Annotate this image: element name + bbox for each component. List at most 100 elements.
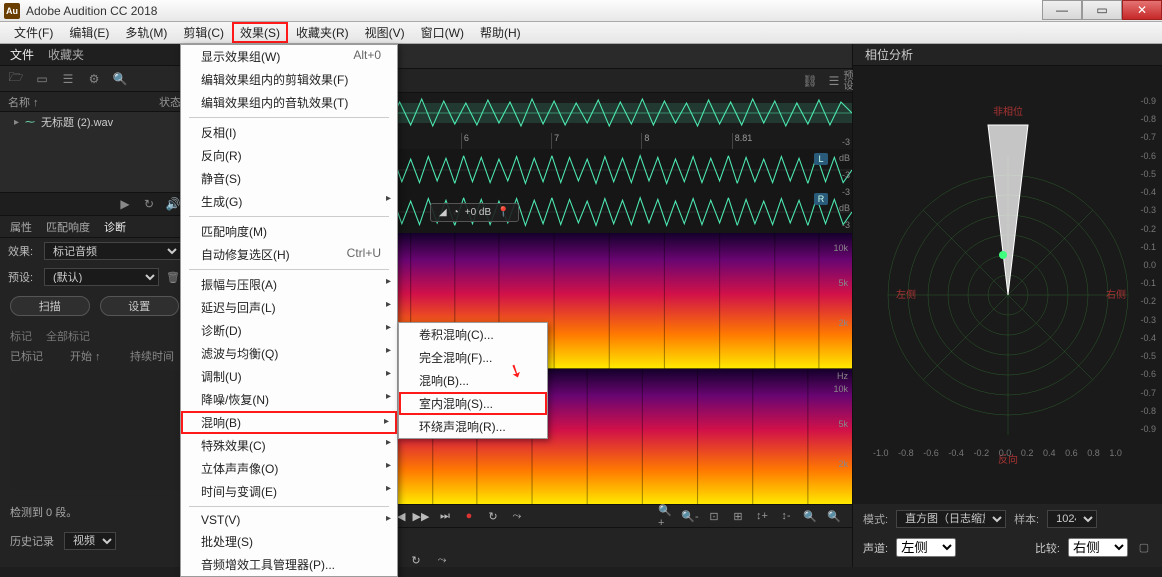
waveform-icon: ⁓ — [25, 117, 35, 128]
zoom-out2-icon[interactable]: 🔍 — [826, 508, 842, 524]
settings-square-icon[interactable]: ▢ — [1136, 540, 1152, 556]
list-item[interactable]: ▸ ⁓ 无标题 (2).wav — [0, 112, 189, 132]
zoom-full-icon[interactable]: ⊡ — [706, 508, 722, 524]
scan-button[interactable]: 扫描 — [10, 296, 90, 316]
menu-multitrack[interactable]: 多轨(M) — [117, 22, 175, 43]
skip-silence-button[interactable]: ⤳ — [509, 508, 525, 524]
menu-show-rack[interactable]: 显示效果组(W)Alt+0 — [181, 45, 397, 68]
submenu-reverb[interactable]: 混响(B)... — [399, 369, 547, 392]
menu-noise-reduction[interactable]: 降噪/恢复(N) — [181, 388, 397, 411]
close-button[interactable]: ✕ — [1122, 0, 1162, 20]
menu-window[interactable]: 窗口(W) — [413, 22, 472, 43]
right-channel-badge: R — [814, 193, 828, 205]
effect-select[interactable]: 标记音频 — [44, 242, 181, 260]
multitrack-icon[interactable]: ☰ — [60, 71, 76, 87]
zoom-v-in-icon[interactable]: ↕+ — [754, 508, 770, 524]
forward-button[interactable]: ▶▶ — [413, 508, 429, 524]
submenu-convolution-reverb[interactable]: 卷积混响(C)... — [399, 323, 547, 346]
play-icon[interactable]: ▶ — [117, 196, 133, 212]
volume-indicator[interactable]: ◢ ◔ +0 dB 📍 — [430, 203, 519, 222]
tab-diagnostics[interactable]: 诊断 — [104, 219, 126, 235]
reverb-submenu: 卷积混响(C)... 完全混响(F)... 混响(B)... 室内混响(S)..… — [398, 322, 548, 439]
menu-filter[interactable]: 滤波与均衡(Q) — [181, 342, 397, 365]
menu-clip[interactable]: 剪辑(C) — [175, 22, 232, 43]
mode-select[interactable]: 直方图（日志缩放） — [896, 510, 1006, 528]
submenu-surround-reverb[interactable]: 环绕声混响(R)... — [399, 415, 547, 438]
subtab-markers[interactable]: 标记 — [10, 328, 32, 344]
menu-effects[interactable]: 效果(S) — [232, 22, 288, 43]
menu-modulation[interactable]: 调制(U) — [181, 365, 397, 388]
col-status[interactable]: 状态 — [159, 94, 181, 110]
settings-button[interactable]: 设置 — [100, 296, 180, 316]
menu-favorites[interactable]: 收藏夹(R) — [288, 22, 357, 43]
ratio-select[interactable]: 右侧 — [1068, 538, 1128, 557]
menu-diagnostics[interactable]: 诊断(D) — [181, 319, 397, 342]
zoom-sel-icon[interactable]: ⊞ — [730, 508, 746, 524]
speaker-icon[interactable]: 🔊 — [165, 196, 181, 212]
preset-select[interactable]: (默认) — [44, 268, 159, 286]
titlebar: Au Adobe Audition CC 2018 — ▭ ✕ — [0, 0, 1162, 22]
zoom-v-out-icon[interactable]: ↕- — [778, 508, 794, 524]
phase-panel: 相位分析 非相位 左侧 右侧 反向 -0.9-0.8-0.7-0.6-0.5-0… — [852, 44, 1162, 567]
menu-batch[interactable]: 批处理(S) — [181, 530, 397, 553]
sample-label: 样本: — [1014, 511, 1039, 527]
submenu-full-reverb[interactable]: 完全混响(F)... — [399, 346, 547, 369]
sample-select[interactable]: 1024 — [1047, 510, 1097, 528]
minimize-button[interactable]: — — [1042, 0, 1082, 20]
menu-file[interactable]: 文件(F) — [6, 22, 61, 43]
file-list: ▸ ⁓ 无标题 (2).wav — [0, 112, 189, 192]
preset-side-label: 预设 — [832, 70, 854, 90]
t-skip[interactable]: ⤳ — [434, 552, 450, 568]
ratio-label: 比较: — [1035, 540, 1060, 556]
menu-amplitude[interactable]: 振幅与压限(A) — [181, 273, 397, 296]
loop-icon[interactable]: ↻ — [141, 196, 157, 212]
chain-icon[interactable]: ⛓ — [802, 73, 818, 89]
zoom-out-icon[interactable]: 🔍- — [682, 508, 698, 524]
markers-list — [10, 370, 179, 490]
menu-plugin-manager[interactable]: 音频增效工具管理器(P)... — [181, 553, 397, 576]
menu-auto-heal[interactable]: 自动修复选区(H)Ctrl+U — [181, 243, 397, 266]
menu-help[interactable]: 帮助(H) — [472, 22, 529, 43]
menu-delay[interactable]: 延迟与回声(L) — [181, 296, 397, 319]
menu-edit-clip-fx[interactable]: 编辑效果组内的剪辑效果(F) — [181, 68, 397, 91]
record-button[interactable]: ● — [461, 508, 477, 524]
menu-reverb[interactable]: 混响(B) — [181, 411, 397, 434]
col-name[interactable]: 名称 ↑ — [8, 94, 39, 110]
tab-match-loudness[interactable]: 匹配响度 — [46, 219, 90, 235]
menu-generate[interactable]: 生成(G) — [181, 190, 397, 213]
tab-properties[interactable]: 属性 — [10, 219, 32, 235]
menu-stereo[interactable]: 立体声声像(O) — [181, 457, 397, 480]
menu-invert[interactable]: 反相(I) — [181, 121, 397, 144]
trash-icon[interactable]: 🗑 — [165, 269, 181, 285]
subtab-all-markers[interactable]: 全部标记 — [46, 328, 90, 344]
tab-files[interactable]: 文件 — [10, 46, 34, 63]
menu-edit-track-fx[interactable]: 编辑效果组内的音轨效果(T) — [181, 91, 397, 114]
channel-select[interactable]: 左侧 — [896, 538, 956, 557]
submenu-studio-reverb[interactable]: 室内混响(S)... — [399, 392, 547, 415]
record-icon[interactable]: ▭ — [34, 71, 50, 87]
open-icon[interactable]: 🗁 — [8, 71, 24, 87]
loop-button[interactable]: ↻ — [485, 508, 501, 524]
zoom-in-icon[interactable]: 🔍+ — [658, 508, 674, 524]
maximize-button[interactable]: ▭ — [1082, 0, 1122, 20]
tab-favorites[interactable]: 收藏夹 — [48, 46, 84, 63]
phase-display: 非相位 左侧 右侧 反向 -0.9-0.8-0.7-0.6-0.5-0.4-0.… — [853, 66, 1162, 504]
search-icon[interactable]: 🔍 — [112, 71, 128, 87]
menu-silence[interactable]: 静音(S) — [181, 167, 397, 190]
menu-match-loudness[interactable]: 匹配响度(M) — [181, 220, 397, 243]
svg-text:左侧: 左侧 — [896, 288, 916, 301]
menu-vst[interactable]: VST(V) — [181, 510, 397, 530]
menu-special[interactable]: 特殊效果(C) — [181, 434, 397, 457]
detected-text: 检测到 0 段。 — [0, 496, 189, 528]
gear-icon[interactable]: ⚙ — [86, 71, 102, 87]
skip-end-button[interactable]: ⏭ — [437, 508, 453, 524]
phase-top-label: 非相位 — [993, 105, 1023, 118]
menu-reverse[interactable]: 反向(R) — [181, 144, 397, 167]
history-select[interactable]: 视频 — [64, 532, 116, 550]
zoom-in2-icon[interactable]: 🔍 — [802, 508, 818, 524]
menu-edit[interactable]: 编辑(E) — [61, 22, 117, 43]
menu-time-pitch[interactable]: 时间与变调(E) — [181, 480, 397, 503]
t-loop[interactable]: ↻ — [408, 552, 424, 568]
menu-view[interactable]: 视图(V) — [357, 22, 413, 43]
left-channel-badge: L — [814, 153, 828, 165]
